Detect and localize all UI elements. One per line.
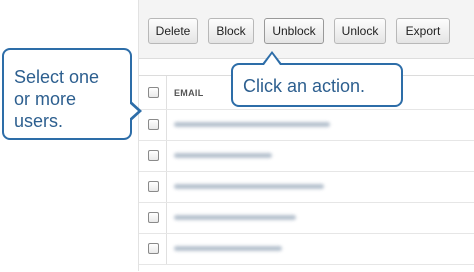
column-divider [166,76,167,109]
callout-pointer-fill [128,102,138,120]
click-action-callout: Click an action. [231,63,403,107]
row-checkbox[interactable] [148,243,159,254]
table-row[interactable] [139,172,474,203]
column-divider [166,110,167,140]
table-row[interactable] [139,203,474,234]
unlock-button[interactable]: Unlock [334,18,386,44]
unblock-button[interactable]: Unblock [264,18,324,44]
block-button[interactable]: Block [208,18,254,44]
row-checkbox[interactable] [148,119,159,130]
callout-text: Select one or more users. [14,67,100,131]
table-row[interactable] [139,141,474,172]
row-checkbox[interactable] [148,181,159,192]
redacted-email [174,153,272,158]
row-checkbox[interactable] [148,150,159,161]
redacted-email [174,184,324,189]
redacted-email [174,122,330,127]
row-checkbox[interactable] [148,212,159,223]
column-divider [166,203,167,233]
redacted-email [174,246,282,251]
email-column-header[interactable]: EMAIL [174,88,204,98]
export-button[interactable]: Export [396,18,450,44]
table-row[interactable] [139,110,474,141]
column-divider [166,234,167,264]
select-all-checkbox[interactable] [148,87,159,98]
table-row[interactable] [139,234,474,265]
callout-pointer-fill [264,54,280,65]
callout-text: Click an action. [243,76,366,96]
action-toolbar: Delete Block Unblock Unlock Export [139,0,474,59]
column-divider [166,141,167,171]
delete-button[interactable]: Delete [148,18,198,44]
column-divider [166,172,167,202]
redacted-email [174,215,296,220]
select-users-callout: Select one or more users. [2,48,132,140]
